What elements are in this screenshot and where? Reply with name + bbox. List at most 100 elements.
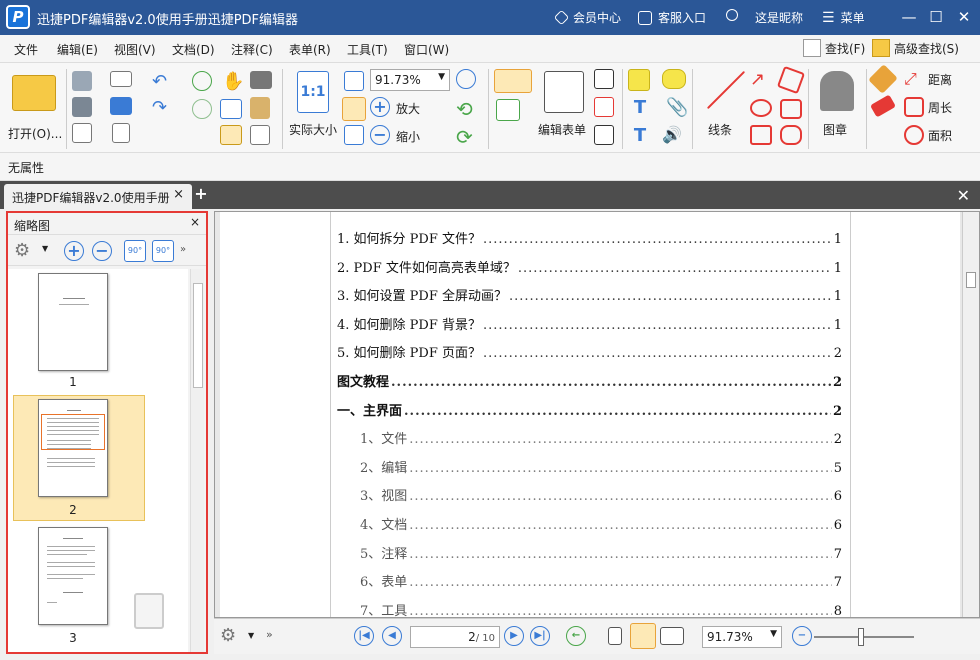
toc-entry[interactable]: 1、文件....................................… [360,428,842,447]
new-document-icon[interactable] [112,123,130,143]
toc-entry[interactable]: 2、编辑....................................… [360,457,842,476]
select-text-icon[interactable] [220,99,242,119]
thumbnail-page-3[interactable] [38,527,108,625]
camera-icon[interactable] [250,71,272,89]
more-options-icon[interactable]: » [180,244,186,255]
facing-page-icon[interactable] [660,627,684,645]
menu-button[interactable]: ☰ 菜单 [822,9,865,26]
page-tool-icon[interactable] [250,125,270,145]
document-scrollbar-thumb[interactable] [966,272,976,288]
text-box-icon[interactable] [594,97,614,117]
first-page-button[interactable]: |◀ [354,626,374,646]
close-window-button[interactable]: ✕ [950,6,978,28]
back-icon[interactable] [192,71,212,91]
arrow-icon[interactable]: ↗ [750,69,772,91]
edit-content-icon[interactable] [494,69,532,93]
nickname[interactable]: 这是昵称 [755,9,803,26]
pentagon-icon[interactable] [780,99,802,119]
toc-entry[interactable]: 一、主界面...................................… [337,400,842,419]
menu-view[interactable]: 视图(V) [114,41,156,58]
rectangle-icon[interactable] [750,125,772,145]
rotate-right-icon[interactable]: ⟳ [456,125,478,149]
attachment-icon[interactable]: 📎 [666,97,688,119]
eraser-icon[interactable] [869,94,897,118]
toc-entry[interactable]: 7、工具....................................… [360,600,842,619]
rotate-left-icon[interactable]: ⟲ [456,97,478,121]
menu-comment[interactable]: 注释(C) [231,41,273,58]
toc-entry[interactable]: 5、注释....................................… [360,543,842,562]
toc-entry[interactable]: 1. 如何拆分 PDF 文件？.........................… [337,228,842,247]
single-page-icon[interactable] [608,627,622,645]
toc-entry[interactable]: 3、视图....................................… [360,485,842,504]
print-icon[interactable] [72,97,92,117]
open-button[interactable]: 打开(O)... [6,69,62,147]
page-number-input[interactable]: 2/ 10 [410,626,500,648]
underline-icon[interactable]: T [630,125,650,146]
advanced-find-button[interactable]: 高级查找(S) [872,39,959,57]
polygon-line-icon[interactable] [776,65,806,95]
toc-entry[interactable]: 图文教程....................................… [337,371,842,390]
thumbnail-scrollbar[interactable] [190,269,204,652]
callout-icon[interactable] [594,125,614,145]
continuous-page-icon[interactable] [630,623,656,649]
stamp-button[interactable]: 图章 [812,67,862,147]
close-tab-icon[interactable]: × [173,187,184,202]
next-page-button[interactable]: ▶ [504,626,524,646]
thumbnail-page-1[interactable] [38,273,108,371]
fit-page-icon[interactable] [344,71,364,91]
strikeout-icon[interactable]: T [630,97,650,118]
export-icon[interactable] [72,123,92,143]
menu-form[interactable]: 表单(R) [289,41,331,58]
hand-tool-icon[interactable]: ✋ [222,71,244,92]
menu-file[interactable]: 文件 [14,41,38,58]
edit-form-button[interactable]: 编辑表单 [536,67,592,147]
cloud-icon[interactable] [780,125,802,145]
ellipse-icon[interactable] [750,99,772,117]
menu-window[interactable]: 窗口(W) [404,41,449,58]
sticky-note-icon[interactable] [662,69,686,89]
gear-icon[interactable]: ⚙ [14,240,36,262]
close-all-icon[interactable]: ✕ [957,186,970,205]
redo-icon[interactable]: ↷ [152,97,174,118]
highlight-text-icon[interactable] [628,69,650,91]
thumbnail-scrollbar-thumb[interactable] [193,283,203,388]
toc-entry[interactable]: 5. 如何删除 PDF 页面？.........................… [337,342,842,361]
fit-visible-icon[interactable] [344,125,364,145]
menu-document[interactable]: 文档(D) [172,41,215,58]
forward-icon[interactable] [192,99,212,119]
user-button[interactable] [726,9,744,21]
save-icon[interactable] [72,71,92,91]
tab-document[interactable]: 迅捷PDF编辑器v2.0使用手册 × [4,184,192,209]
zoom-slider-knob[interactable] [858,628,864,646]
menu-tools[interactable]: 工具(T) [347,41,388,58]
toc-entry[interactable]: 6、表单....................................… [360,571,842,590]
undo-icon[interactable]: ↶ [152,71,174,92]
chevron-down-icon[interactable]: ▼ [248,631,254,640]
toc-entry[interactable]: 4、文档....................................… [360,514,842,533]
rotate-cw-page-icon[interactable]: 90° [152,240,174,262]
toc-entry[interactable]: 4. 如何删除 PDF 背景？.........................… [337,314,842,333]
menu-edit[interactable]: 编辑(E) [57,41,98,58]
last-page-button[interactable]: ▶| [530,626,550,646]
actual-size-button[interactable]: 1:1 实际大小 [286,67,342,147]
add-text-icon[interactable] [496,99,520,121]
pencil-icon[interactable] [868,64,898,94]
zoom-select-bottom[interactable]: 91.73% ▼ [702,626,782,648]
clipboard-icon[interactable] [250,97,270,119]
enlarge-thumbnail-icon[interactable]: + [64,241,84,261]
chevron-down-icon[interactable]: ▼ [42,244,48,253]
zoom-select[interactable]: 91.73% ▼ [370,69,450,91]
email-icon[interactable] [110,71,132,87]
zoom-out-slider-button[interactable]: − [792,626,812,646]
thumbnail-page-2[interactable] [38,399,108,497]
member-center-button[interactable]: 会员中心 [553,9,621,26]
fit-width-icon[interactable] [342,97,366,121]
gear-icon[interactable]: ⚙ [220,625,242,647]
shrink-thumbnail-icon[interactable]: − [92,241,112,261]
rotate-ccw-page-icon[interactable]: 90° [124,240,146,262]
sound-icon[interactable]: 🔊 [662,125,684,145]
scan-icon[interactable] [110,97,132,115]
back-view-button[interactable]: ← [566,626,586,646]
find-button[interactable]: 查找(F) [803,39,865,57]
document-scrollbar[interactable] [962,212,979,617]
